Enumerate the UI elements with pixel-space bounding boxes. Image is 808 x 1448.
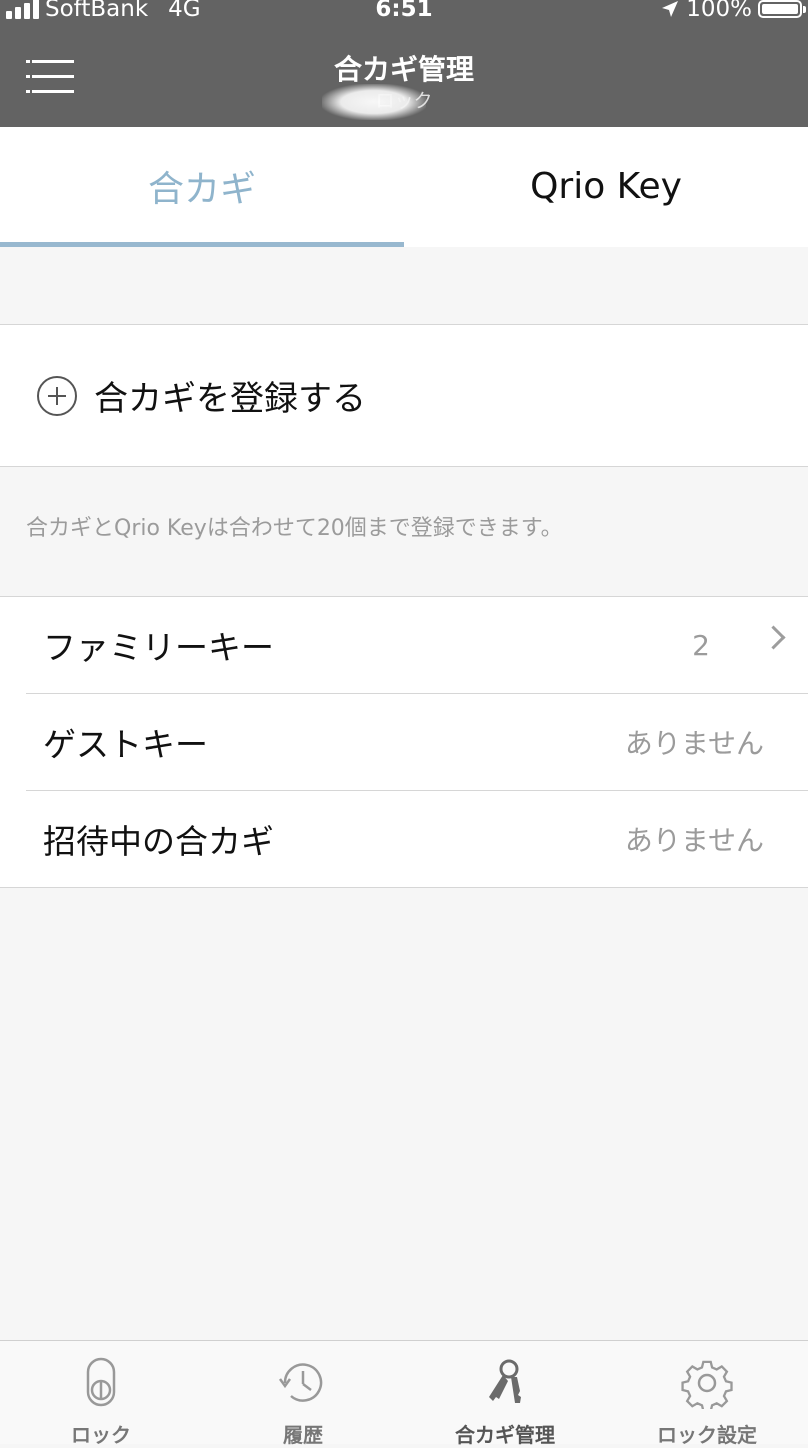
list-item-count: 2: [692, 628, 710, 662]
register-spare-key-button[interactable]: 合カギを登録する: [0, 324, 808, 467]
status-bar: SoftBank 4G 6:51 100%: [0, 0, 808, 26]
list-item-value: ありません: [624, 824, 764, 857]
limit-note: 合カギとQrio Keyは合わせて20個まで登録できます。: [26, 516, 563, 541]
tab-qrio-key[interactable]: Qrio Key: [404, 127, 808, 247]
plus-circle-icon: [37, 375, 77, 416]
redacted-area: [322, 84, 426, 120]
tabbar-item-spare-keys[interactable]: 合カギ管理: [404, 1341, 606, 1447]
list-item-value: ありません: [624, 727, 764, 760]
list-item-label: 招待中の合カギ: [43, 822, 274, 861]
keys-icon: [489, 1359, 521, 1403]
list-item-label: ファミリーキー: [43, 628, 274, 667]
list-item-guest-key[interactable]: ゲストキー ありません: [26, 693, 808, 790]
tabbar-item-lock-settings[interactable]: ロック設定: [606, 1341, 808, 1447]
bottom-tab-bar: ロック 履歴 合カギ管理 ロック設定: [0, 1340, 808, 1447]
app-header: SoftBank 4G 6:51 100% 合カギ管理 ロック: [0, 0, 808, 127]
page-title: 合カギ管理: [333, 53, 474, 86]
register-label: 合カギを登録する: [94, 379, 366, 419]
key-list: ファミリーキー 2 ゲストキー ありません 招待中の合カギ ありません: [0, 596, 808, 888]
list-item-family-key[interactable]: ファミリーキー 2: [26, 597, 808, 693]
battery-icon: [758, 0, 806, 18]
tab-spare-keys[interactable]: 合カギ: [0, 127, 404, 247]
tabbar-item-lock[interactable]: ロック: [0, 1341, 202, 1447]
tabbar-item-history[interactable]: 履歴: [202, 1341, 404, 1447]
battery-percent: 100%: [686, 0, 752, 22]
location-arrow-icon: [662, 1, 679, 17]
lock-icon: [86, 1357, 116, 1407]
list-item-label: ゲストキー: [43, 725, 208, 764]
segment-tabs: 合カギ Qrio Key: [0, 127, 808, 247]
status-right: 100%: [660, 0, 806, 22]
history-icon: [278, 1363, 323, 1402]
gear-icon: [681, 1360, 733, 1409]
list-item-invited-keys[interactable]: 招待中の合カギ ありません: [26, 790, 808, 887]
chevron-right-icon: [761, 625, 786, 650]
